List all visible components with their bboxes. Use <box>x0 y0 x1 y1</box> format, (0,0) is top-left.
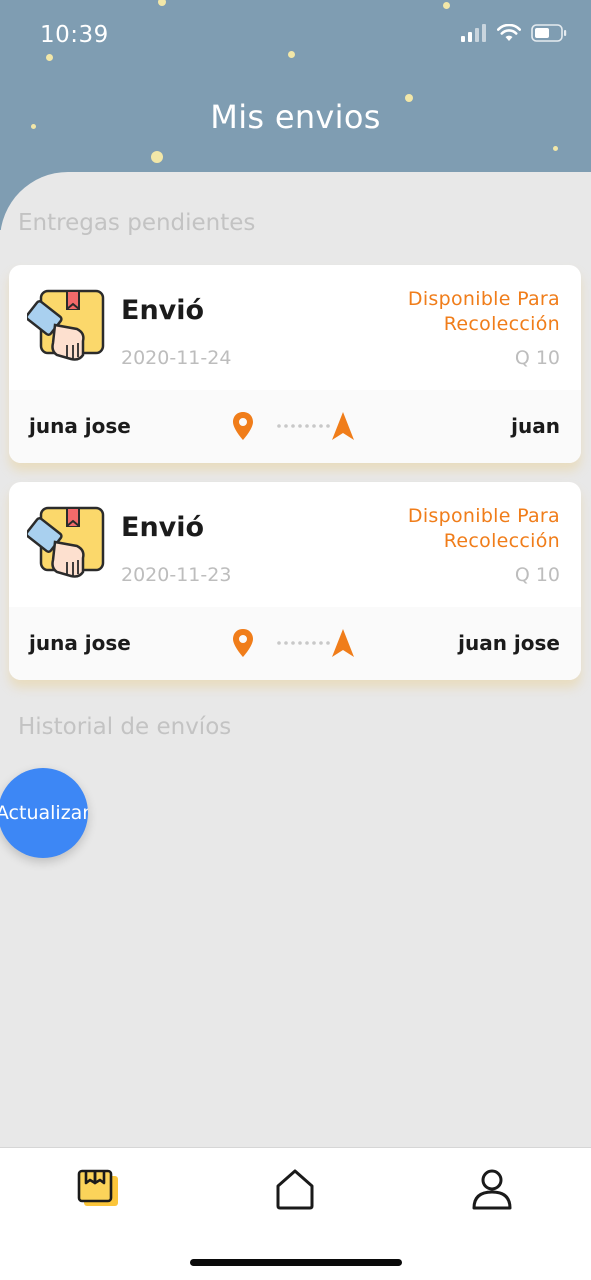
section-title-history: Historial de envíos <box>18 714 232 740</box>
shipment-status: Disponible Para Recolección <box>407 505 560 552</box>
card-header: Envió 2020-11-24 Disponible Para Recolec… <box>9 265 581 390</box>
location-pin-icon <box>233 629 253 657</box>
section-title-pending: Entregas pendientes <box>18 210 256 236</box>
shipment-status: Disponible Para Recolección <box>407 288 560 335</box>
navigation-arrow-icon <box>332 412 354 440</box>
refresh-button-label: Actualizar <box>0 802 88 824</box>
star-dot <box>288 51 295 58</box>
user-icon[interactable] <box>469 1166 515 1212</box>
star-dot <box>443 2 450 9</box>
card-route: juna jose juan <box>9 390 581 463</box>
shipment-price: Q 10 <box>514 347 560 369</box>
home-icon[interactable] <box>272 1166 318 1212</box>
location-pin-icon <box>233 412 253 440</box>
home-indicator <box>190 1259 402 1266</box>
star-dot <box>158 0 166 6</box>
receiver-name: juan jose <box>458 631 560 655</box>
sender-name: juna jose <box>29 414 131 438</box>
route-indicator <box>233 629 354 657</box>
shipment-card[interactable]: Envió 2020-11-23 Disponible Para Recolec… <box>9 482 581 680</box>
wifi-icon <box>497 24 521 41</box>
star-dot <box>553 146 558 151</box>
page-title: Mis envios <box>210 98 381 136</box>
shipment-date: 2020-11-23 <box>121 564 232 586</box>
card-header: Envió 2020-11-23 Disponible Para Recolec… <box>9 482 581 607</box>
status-icons <box>461 24 567 42</box>
route-indicator <box>233 412 354 440</box>
shipment-type: Envió <box>121 512 205 543</box>
status-time: 10:39 <box>40 22 109 48</box>
package-icon[interactable] <box>74 1166 120 1212</box>
package-delivery-icon <box>27 289 105 361</box>
shipment-type: Envió <box>121 295 205 326</box>
main-content: Entregas pendientes Envió 2020-11-24 Dis… <box>0 172 591 1147</box>
shipment-date: 2020-11-24 <box>121 347 232 369</box>
route-dots <box>277 641 330 645</box>
signal-icon <box>461 24 486 42</box>
star-dot <box>46 54 53 61</box>
package-delivery-icon <box>27 506 105 578</box>
refresh-button[interactable]: Actualizar <box>0 768 88 858</box>
shipment-price: Q 10 <box>514 564 560 586</box>
card-route: juna jose juan jose <box>9 607 581 680</box>
navigation-arrow-icon <box>332 629 354 657</box>
sender-name: juna jose <box>29 631 131 655</box>
receiver-name: juan <box>511 414 560 438</box>
shipment-card[interactable]: Envió 2020-11-24 Disponible Para Recolec… <box>9 265 581 463</box>
route-dots <box>277 424 330 428</box>
battery-icon <box>531 24 567 42</box>
star-dot <box>151 151 163 163</box>
